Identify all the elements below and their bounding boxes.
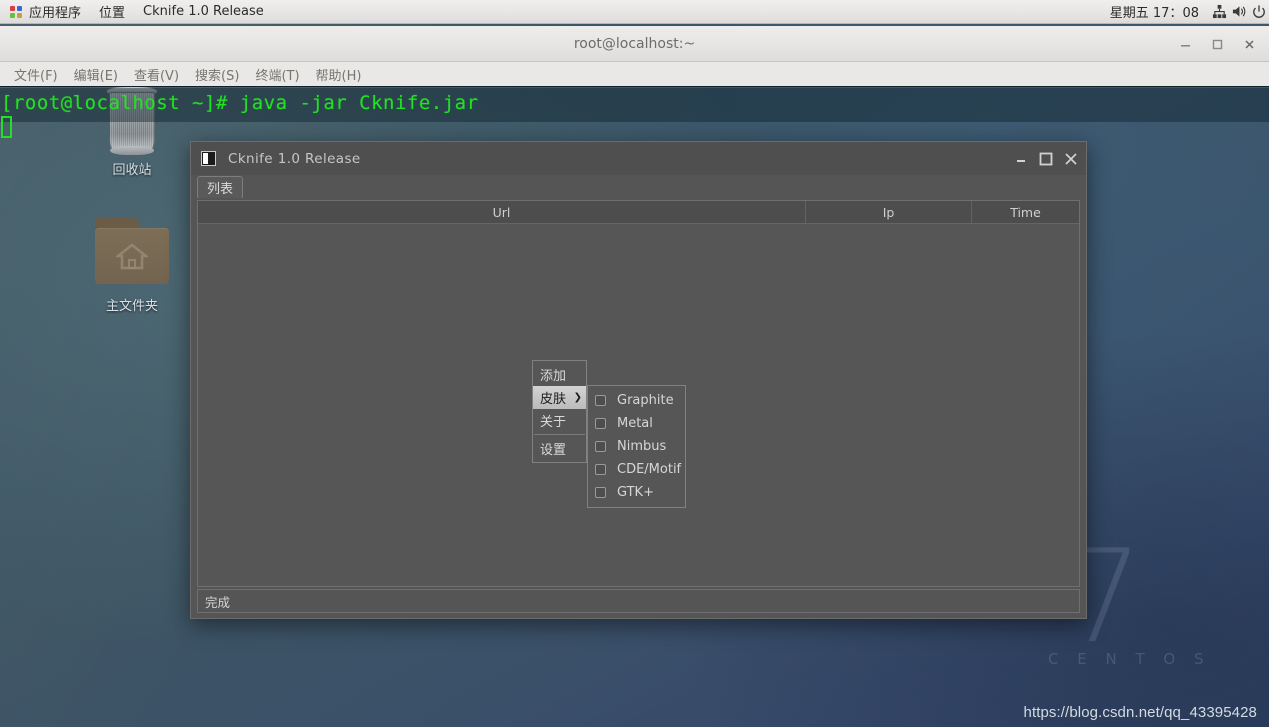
cknife-status-bar: 完成 (197, 589, 1080, 613)
cknife-status-text: 完成 (205, 594, 231, 610)
terminal-menubar[interactable]: 文件(F) 编辑(E) 查看(V) 搜索(S) 终端(T) 帮助(H) (0, 62, 1269, 87)
applications-icon (10, 5, 22, 18)
submenu-item-gtk-label: GTK+ (617, 485, 654, 500)
cknife-app-icon (201, 151, 216, 166)
submenu-item-graphite[interactable]: Graphite (588, 389, 685, 412)
submenu-item-nimbus-label: Nimbus (617, 439, 667, 454)
menu-item-about[interactable]: 关于 (533, 409, 586, 432)
checkbox-icon[interactable] (595, 487, 606, 498)
panel-window-title[interactable]: Cknife 1.0 Release (134, 0, 273, 24)
chevron-right-icon: ❯ (573, 391, 582, 403)
panel-applications-menu[interactable]: 应用程序 (0, 0, 90, 24)
tab-list[interactable]: 列表 (197, 176, 244, 198)
submenu-item-nimbus[interactable]: Nimbus (588, 435, 685, 458)
terminal-titlebar[interactable]: root@localhost:~ (0, 26, 1269, 62)
menu-item-about-label: 关于 (540, 415, 567, 430)
checkbox-icon[interactable] (595, 464, 606, 475)
terminal-prompt-line: [root@localhost ~]# java -jar Cknife.jar (1, 92, 479, 114)
panel-applications-label: 应用程序 (29, 6, 82, 21)
checkbox-icon[interactable] (595, 395, 606, 406)
terminal-menu-help[interactable]: 帮助(H) (308, 65, 370, 84)
menu-item-skin-label: 皮肤 (540, 392, 567, 407)
panel-clock[interactable]: 星期五 17：08 (1100, 2, 1209, 21)
skin-submenu[interactable]: Graphite Metal Nimbus CDE/Motif GTK+ (587, 385, 686, 508)
power-icon[interactable] (1249, 0, 1269, 24)
context-menu[interactable]: 添加 皮肤 ❯ 关于 设置 (532, 360, 587, 463)
cknife-minimize-button[interactable] (1015, 152, 1028, 165)
terminal-menu-edit[interactable]: 编辑(E) (66, 65, 126, 84)
menu-item-add-label: 添加 (540, 369, 567, 384)
network-icon[interactable] (1209, 0, 1229, 24)
volume-icon[interactable] (1229, 0, 1249, 24)
terminal-menu-view[interactable]: 查看(V) (126, 65, 187, 84)
terminal-close-button[interactable] (1235, 30, 1263, 58)
menu-item-settings-label: 设置 (540, 443, 567, 458)
panel-window-label: Cknife 1.0 Release (143, 4, 264, 19)
terminal-window-buttons (1171, 26, 1263, 62)
cknife-close-button[interactable] (1064, 152, 1078, 166)
checkbox-icon[interactable] (595, 418, 606, 429)
column-header-url[interactable]: Url (198, 201, 806, 224)
submenu-item-cde-motif-label: CDE/Motif (617, 462, 682, 477)
terminal-minimize-button[interactable] (1171, 30, 1199, 58)
menu-item-add[interactable]: 添加 (533, 363, 586, 386)
terminal-menu-terminal[interactable]: 终端(T) (247, 65, 307, 84)
column-header-time[interactable]: Time (972, 201, 1079, 224)
menu-separator (534, 434, 585, 435)
cknife-maximize-button[interactable] (1039, 152, 1053, 166)
column-header-ip[interactable]: Ip (806, 201, 972, 224)
cknife-title: Cknife 1.0 Release (228, 150, 361, 167)
terminal-menu-search[interactable]: 搜索(S) (187, 65, 247, 84)
panel-places-label: 位置 (99, 6, 126, 21)
menu-item-settings[interactable]: 设置 (533, 437, 586, 460)
terminal-menu-file[interactable]: 文件(F) (6, 65, 66, 84)
submenu-item-metal[interactable]: Metal (588, 412, 685, 435)
submenu-item-metal-label: Metal (617, 416, 653, 431)
terminal-cursor (1, 116, 12, 138)
cknife-window[interactable]: Cknife 1.0 Release 列表 Url Ip Time 完成 (190, 141, 1087, 619)
cknife-tabstrip[interactable]: 列表 (191, 175, 1086, 198)
terminal-title: root@localhost:~ (573, 35, 696, 52)
submenu-item-graphite-label: Graphite (617, 393, 674, 408)
menu-item-skin[interactable]: 皮肤 ❯ (533, 386, 586, 409)
cknife-titlebar[interactable]: Cknife 1.0 Release (191, 142, 1086, 175)
gnome-top-panel[interactable]: 应用程序 位置 Cknife 1.0 Release 星期五 17：08 (0, 0, 1269, 24)
checkbox-icon[interactable] (595, 441, 606, 452)
panel-places-menu[interactable]: 位置 (90, 0, 134, 24)
cknife-window-buttons (1015, 142, 1078, 175)
terminal-maximize-button[interactable] (1203, 30, 1231, 58)
cknife-table-header: Url Ip Time (198, 201, 1079, 224)
submenu-item-gtk[interactable]: GTK+ (588, 481, 685, 504)
submenu-item-cde-motif[interactable]: CDE/Motif (588, 458, 685, 481)
